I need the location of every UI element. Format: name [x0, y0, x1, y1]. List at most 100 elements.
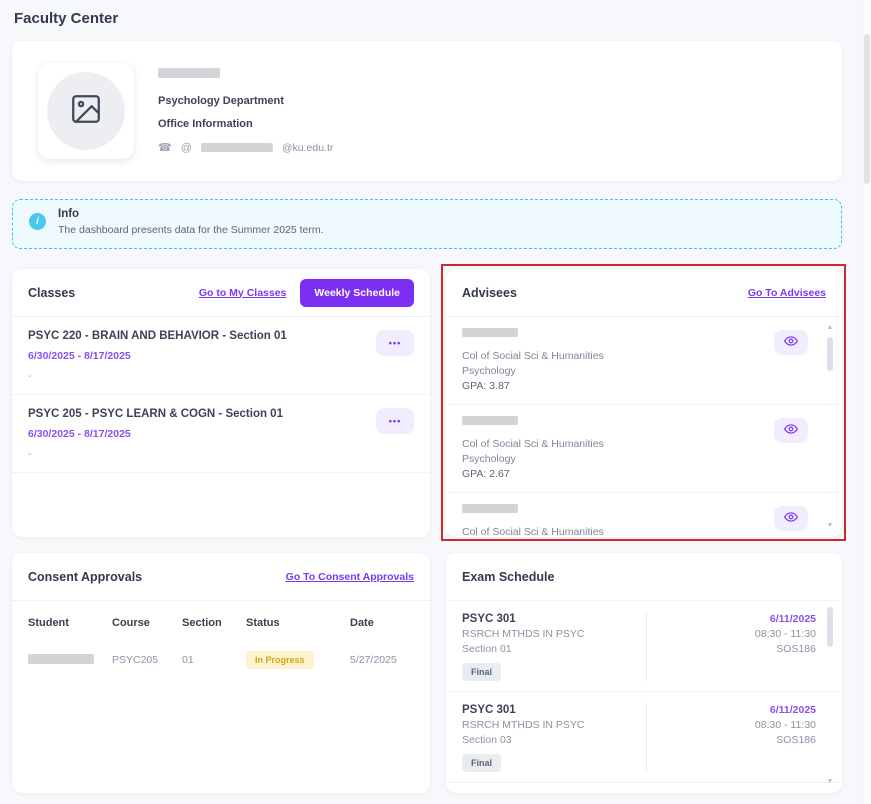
advisees-wrap: Advisees Go To Advisees Col of Social Sc…: [446, 269, 842, 537]
exam-date: 6/11/2025: [770, 612, 816, 627]
scrollbar-thumb[interactable]: [827, 607, 833, 647]
eye-icon: [784, 510, 798, 527]
scroll-down-icon[interactable]: ▼: [827, 521, 834, 531]
exam-name: RSRCH MTHDS IN PSYC: [462, 627, 646, 642]
advisee-program: Psychology: [462, 452, 786, 467]
scrollbar-track[interactable]: [826, 603, 834, 777]
exam-item: PSYC 301 RSRCH MTHDS IN PSYC Section 01 …: [446, 783, 842, 793]
exam-section: Section 01: [462, 642, 646, 657]
exam-item: PSYC 301 RSRCH MTHDS IN PSYC Section 01 …: [446, 601, 842, 692]
col-section: Section: [182, 617, 246, 629]
consent-student: [28, 654, 112, 667]
class-item: PSYC 205 - PSYC LEARN & COGN - Section 0…: [12, 395, 430, 473]
consent-table-header: Student Course Section Status Date: [28, 605, 414, 639]
consent-course: PSYC205: [112, 654, 182, 666]
info-banner-title: Info: [58, 208, 324, 220]
class-item-dates: 6/30/2025 - 8/17/2025: [28, 428, 414, 440]
exam-item-left: PSYC 301 RSRCH MTHDS IN PSYC Section 01 …: [462, 612, 646, 681]
weekly-schedule-button[interactable]: Weekly Schedule: [300, 279, 414, 307]
class-item-sub: -: [28, 448, 414, 460]
class-item-dates: 6/30/2025 - 8/17/2025: [28, 350, 414, 362]
col-status: Status: [246, 617, 350, 629]
scrollbar-track[interactable]: [826, 333, 834, 521]
go-to-my-classes-link[interactable]: Go to My Classes: [199, 287, 287, 299]
advisee-program: Psychology: [462, 364, 786, 379]
class-item: PSYC 220 - BRAIN AND BEHAVIOR - Section …: [12, 317, 430, 395]
go-to-advisees-link[interactable]: Go To Advisees: [748, 287, 826, 299]
exam-scrollbar[interactable]: ▼: [824, 603, 836, 787]
profile-department: Psychology Department: [158, 95, 333, 107]
advisee-row: Col of Social Sci & Humanities DM Psycho…: [446, 493, 842, 537]
consent-date: 5/27/2025: [350, 654, 414, 666]
faculty-center-page: Faculty Center Psychology Department Off…: [12, 0, 842, 793]
profile-name-redacted: [158, 68, 220, 78]
advisees-title: Advisees: [462, 286, 748, 300]
info-banner-message: The dashboard presents data for the Summ…: [58, 224, 324, 236]
class-actions-button[interactable]: •••: [376, 408, 414, 434]
col-course: Course: [112, 617, 182, 629]
exam-section: Section 03: [462, 733, 646, 748]
scrollbar-thumb[interactable]: [827, 337, 833, 371]
info-icon: i: [29, 213, 46, 230]
exam-item: PSYC 301 RSRCH MTHDS IN PSYC Section 03 …: [446, 692, 842, 783]
scroll-up-icon[interactable]: ▲: [827, 323, 834, 333]
exam-header: Exam Schedule: [446, 553, 842, 601]
advisee-name-redacted: [462, 328, 518, 337]
consent-header: Consent Approvals Go To Consent Approval…: [12, 553, 430, 601]
class-actions-button[interactable]: •••: [376, 330, 414, 356]
classes-title: Classes: [28, 286, 199, 300]
advisees-header: Advisees Go To Advisees: [446, 269, 842, 317]
exam-room: SOS186: [776, 733, 816, 748]
consent-table: Student Course Section Status Date PSYC2…: [12, 601, 430, 681]
page-scrollbar-thumb[interactable]: [864, 34, 870, 184]
email-domain: @ku.edu.tr: [282, 142, 334, 154]
view-advisee-button[interactable]: [774, 506, 808, 531]
avatar: [38, 63, 134, 159]
advisee-college: Col of Social Sci & Humanities: [462, 349, 786, 364]
phone-icon: ☎: [158, 141, 172, 154]
advisees-card: Advisees Go To Advisees Col of Social Sc…: [446, 269, 842, 537]
view-advisee-button[interactable]: [774, 418, 808, 443]
exam-item-right: 6/11/2025 08:30 - 11:30 SOS186: [646, 612, 816, 681]
exam-course: PSYC 301: [462, 612, 646, 627]
exam-schedule-card: Exam Schedule PSYC 301 RSRCH MTHDS IN PS…: [446, 553, 842, 793]
page-scrollbar[interactable]: [862, 0, 871, 804]
profile-office: Office Information: [158, 118, 333, 130]
view-advisee-button[interactable]: [774, 330, 808, 355]
exam-time: 08:30 - 11:30: [755, 627, 816, 642]
advisee-row: Col of Social Sci & Humanities Psycholog…: [446, 405, 842, 493]
exam-course: PSYC 301: [462, 703, 646, 718]
info-banner-text: Info The dashboard presents data for the…: [58, 208, 324, 236]
email-redacted: [201, 143, 273, 152]
exam-item-right: 6/11/2025 08:30 - 11:30 SOS186: [646, 703, 816, 772]
advisee-row: Col of Social Sci & Humanities Psycholog…: [446, 317, 842, 405]
image-placeholder-icon: [69, 92, 103, 131]
at-icon: @: [181, 142, 192, 154]
classes-header: Classes Go to My Classes Weekly Schedule: [12, 269, 430, 317]
go-to-consent-approvals-link[interactable]: Go To Consent Approvals: [286, 571, 414, 583]
consent-title: Consent Approvals: [28, 570, 286, 584]
bottom-row: Consent Approvals Go To Consent Approval…: [12, 553, 842, 793]
status-badge: In Progress: [246, 651, 314, 669]
advisee-gpa: GPA: 3.87: [462, 379, 786, 394]
student-name-redacted: [28, 654, 94, 664]
page-title: Faculty Center: [14, 10, 842, 27]
avatar-placeholder: [47, 72, 125, 150]
consent-status: In Progress: [246, 651, 350, 669]
profile-card: Psychology Department Office Information…: [12, 41, 842, 181]
advisee-gpa: GPA: 2.67: [462, 467, 786, 482]
class-item-title: PSYC 205 - PSYC LEARN & COGN - Section 0…: [28, 408, 414, 420]
exam-item-left: PSYC 301 RSRCH MTHDS IN PSYC Section 03 …: [462, 703, 646, 772]
final-badge: Final: [462, 754, 501, 772]
final-badge: Final: [462, 663, 501, 681]
scroll-down-icon[interactable]: ▼: [827, 777, 834, 787]
advisee-college: Col of Social Sci & Humanities: [462, 437, 786, 452]
eye-icon: [784, 334, 798, 351]
advisee-college: Col of Social Sci & Humanities: [462, 525, 786, 537]
exam-room: SOS186: [776, 642, 816, 657]
advisee-name-redacted: [462, 416, 518, 425]
advisees-scrollbar[interactable]: ▲ ▼: [824, 323, 836, 531]
consent-approvals-card: Consent Approvals Go To Consent Approval…: [12, 553, 430, 793]
ellipsis-icon: •••: [389, 416, 401, 426]
exam-name: RSRCH MTHDS IN PSYC: [462, 718, 646, 733]
